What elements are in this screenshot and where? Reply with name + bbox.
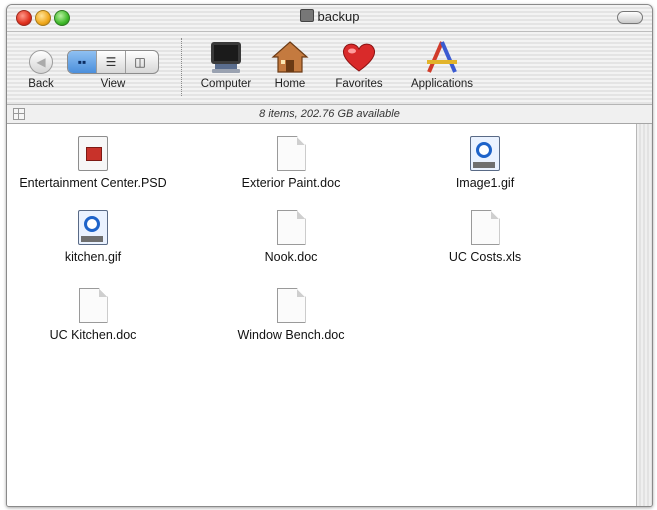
back-label: Back [28, 78, 54, 90]
psd-file-icon [78, 136, 108, 171]
file-name: Window Bench.doc [237, 328, 345, 342]
computer-label: Computer [200, 78, 252, 90]
applications-label: Applications [410, 78, 473, 90]
computer-icon [207, 40, 245, 74]
view-segmented-control: ▪▪ ☰ ◫ [67, 50, 159, 74]
file-name: UC Costs.xls [448, 250, 522, 264]
title-bar[interactable]: backup [7, 5, 652, 32]
file-item[interactable]: Window Bench.doc [191, 288, 391, 342]
page-fold [296, 211, 305, 219]
file-item[interactable]: Entertainment Center.PSD [7, 136, 193, 190]
file-name: Nook.doc [264, 250, 318, 264]
window-title: backup [317, 9, 360, 24]
folder-proxy-icon[interactable] [299, 9, 314, 22]
toolbar-computer[interactable]: Computer [191, 40, 261, 90]
page-fold [296, 289, 305, 297]
grid-toggle-icon[interactable] [13, 108, 25, 120]
page-fold [98, 289, 107, 297]
toolbar-applications[interactable]: Applications [397, 40, 487, 90]
finder-window: backup ◀ Back ▪▪ ☰ ◫ View Computer Home … [6, 4, 653, 507]
gif-file-icon [470, 136, 500, 171]
toolbar-favorites[interactable]: Favorites [323, 40, 395, 90]
gif-tag [473, 162, 495, 168]
psd-mark [86, 147, 102, 161]
vertical-scrollbar[interactable] [636, 124, 652, 506]
file-name: UC Kitchen.doc [49, 328, 137, 342]
status-bar: 8 items, 202.76 GB available [7, 105, 652, 124]
favorites-label: Favorites [335, 78, 383, 90]
file-item[interactable]: Nook.doc [191, 210, 391, 264]
home-label: Home [274, 78, 306, 90]
favorites-heart-icon [340, 40, 378, 74]
window-title-group: backup [7, 9, 652, 24]
column-view-button[interactable]: ◫ [126, 51, 154, 73]
file-item[interactable]: kitchen.gif [7, 210, 193, 264]
document-icon [276, 288, 306, 323]
file-name: Exterior Paint.doc [241, 176, 341, 190]
file-item[interactable]: Image1.gif [385, 136, 585, 190]
view-label: View [100, 78, 126, 90]
view-control: ▪▪ ☰ ◫ View [67, 50, 159, 90]
toolbar: ◀ Back ▪▪ ☰ ◫ View Computer Home Favorit… [7, 32, 652, 105]
back-button[interactable]: ◀ Back [21, 50, 61, 90]
page-fold [490, 211, 499, 219]
home-icon [271, 40, 309, 74]
file-item[interactable]: Exterior Paint.doc [191, 136, 391, 190]
icon-view-button[interactable]: ▪▪ [68, 51, 97, 73]
document-icon [78, 288, 108, 323]
toolbar-toggle-button[interactable] [617, 11, 643, 24]
page-fold [296, 137, 305, 145]
file-item[interactable]: UC Kitchen.doc [7, 288, 193, 342]
file-name: kitchen.gif [64, 250, 122, 264]
applications-icon [423, 40, 461, 74]
list-view-button[interactable]: ☰ [97, 51, 126, 73]
gif-badge-icon [476, 142, 492, 158]
file-name: Image1.gif [455, 176, 515, 190]
file-item[interactable]: UC Costs.xls [385, 210, 585, 264]
gif-badge-icon [84, 216, 100, 232]
toolbar-separator [181, 38, 182, 96]
status-text: 8 items, 202.76 GB available [259, 108, 400, 120]
document-icon [276, 136, 306, 171]
toolbar-home[interactable]: Home [263, 40, 317, 90]
file-area[interactable]: Entertainment Center.PSD Exterior Paint.… [7, 124, 636, 506]
document-icon [470, 210, 500, 245]
back-arrow-icon: ◀ [29, 50, 53, 74]
gif-tag [81, 236, 103, 242]
gif-file-icon [78, 210, 108, 245]
document-icon [276, 210, 306, 245]
file-name: Entertainment Center.PSD [19, 176, 167, 190]
